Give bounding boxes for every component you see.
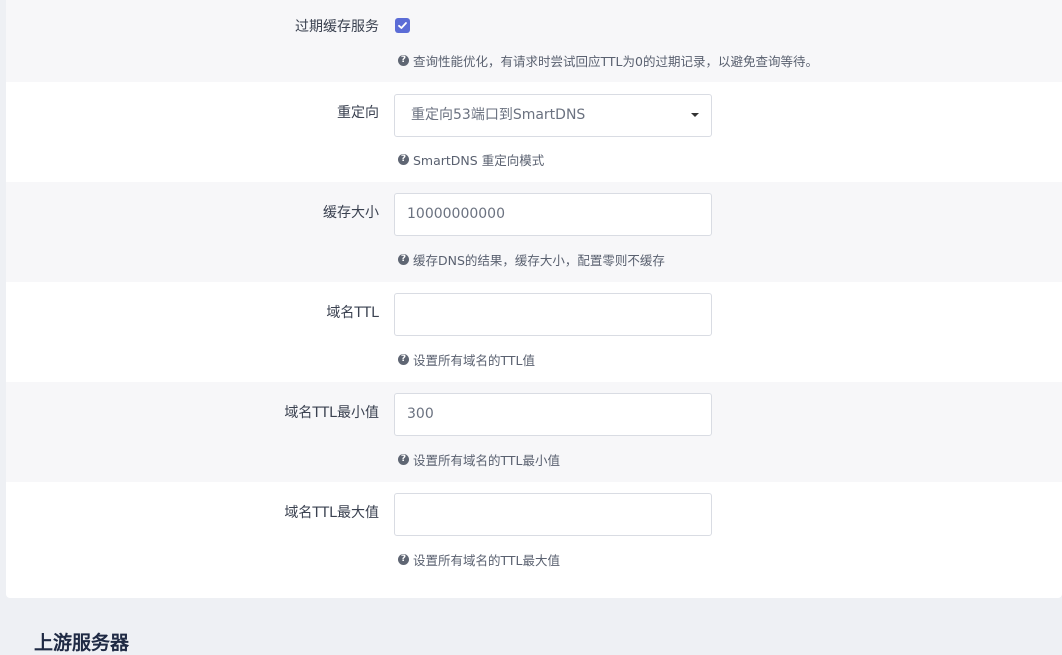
expired-cache-help: ? 查询性能优化，有请求时尝试回应TTL为0的过期记录，以避免查询等待。 bbox=[398, 51, 818, 70]
domain-ttl-min-input[interactable]: 300 bbox=[394, 393, 712, 436]
question-circle-icon: ? bbox=[398, 154, 409, 165]
row-domain-ttl-max: 域名TTL最大值 ? 设置所有域名的TTL最大值 bbox=[6, 482, 1062, 598]
redirect-select[interactable]: 重定向53端口到SmartDNS bbox=[394, 94, 712, 137]
question-circle-icon: ? bbox=[398, 254, 409, 265]
expired-cache-description: 查询性能优化，有请求时尝试回应TTL为0的过期记录，以避免查询等待。 bbox=[413, 54, 818, 69]
domain-ttl-input[interactable] bbox=[394, 293, 712, 336]
row-cache-size: 缓存大小 10000000000 ? 缓存DNS的结果，缓存大小，配置零则不缓存 bbox=[6, 182, 1062, 282]
row-domain-ttl: 域名TTL ? 设置所有域名的TTL值 bbox=[6, 282, 1062, 382]
cache-size-input[interactable]: 10000000000 bbox=[394, 193, 712, 236]
checkmark-icon bbox=[398, 22, 407, 29]
upstream-servers-section-title: 上游服务器 bbox=[34, 632, 130, 654]
expired-cache-label: 过期缓存服务 bbox=[295, 19, 379, 35]
domain-ttl-max-help: ? 设置所有域名的TTL最大值 bbox=[398, 550, 560, 569]
row-expired-cache: 过期缓存服务 ? 查询性能优化，有请求时尝试回应TTL为0的过期记录，以避免查询… bbox=[6, 0, 1062, 82]
row-domain-ttl-min: 域名TTL最小值 300 ? 设置所有域名的TTL最小值 bbox=[6, 382, 1062, 482]
caret-down-icon bbox=[691, 113, 699, 117]
domain-ttl-min-description: 设置所有域名的TTL最小值 bbox=[413, 453, 561, 468]
domain-ttl-help: ? 设置所有域名的TTL值 bbox=[398, 350, 535, 369]
domain-ttl-max-description: 设置所有域名的TTL最大值 bbox=[413, 553, 561, 568]
cache-size-value: 10000000000 bbox=[407, 206, 505, 222]
question-circle-icon: ? bbox=[398, 354, 409, 365]
cache-size-description: 缓存DNS的结果，缓存大小，配置零则不缓存 bbox=[413, 253, 665, 268]
domain-ttl-label: 域名TTL bbox=[326, 305, 379, 321]
domain-ttl-min-value: 300 bbox=[407, 406, 434, 422]
question-circle-icon: ? bbox=[398, 55, 409, 66]
domain-ttl-max-label: 域名TTL最大值 bbox=[284, 505, 379, 521]
cache-size-help: ? 缓存DNS的结果，缓存大小，配置零则不缓存 bbox=[398, 250, 665, 269]
redirect-label: 重定向 bbox=[337, 105, 379, 121]
redirect-help: ? SmartDNS 重定向模式 bbox=[398, 150, 544, 169]
domain-ttl-description: 设置所有域名的TTL值 bbox=[413, 353, 536, 368]
domain-ttl-min-label: 域名TTL最小值 bbox=[284, 405, 379, 421]
question-circle-icon: ? bbox=[398, 454, 409, 465]
domain-ttl-min-help: ? 设置所有域名的TTL最小值 bbox=[398, 450, 560, 469]
row-redirect: 重定向 重定向53端口到SmartDNS ? SmartDNS 重定向模式 bbox=[6, 82, 1062, 182]
settings-panel: 过期缓存服务 ? 查询性能优化，有请求时尝试回应TTL为0的过期记录，以避免查询… bbox=[6, 0, 1062, 598]
question-circle-icon: ? bbox=[398, 554, 409, 565]
redirect-description: SmartDNS 重定向模式 bbox=[413, 153, 545, 168]
redirect-select-value: 重定向53端口到SmartDNS bbox=[411, 107, 586, 123]
expired-cache-checkbox[interactable] bbox=[395, 18, 410, 33]
cache-size-label: 缓存大小 bbox=[323, 205, 379, 221]
domain-ttl-max-input[interactable] bbox=[394, 493, 712, 536]
